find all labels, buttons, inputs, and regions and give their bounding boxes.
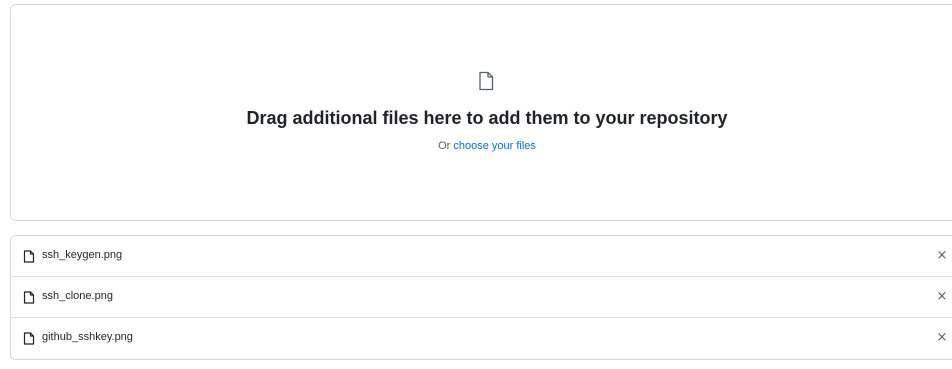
file-icon (23, 250, 35, 263)
file-name: ssh_clone.png (42, 290, 113, 302)
drop-zone-title: Drag additional files here to add them t… (246, 108, 728, 128)
file-icon (23, 332, 35, 345)
file-row: github_sshkey.png × (11, 318, 952, 359)
file-icon (23, 291, 35, 304)
file-row: ssh_clone.png × (11, 277, 952, 318)
remove-file-button[interactable]: × (935, 288, 949, 306)
file-row: ssh_keygen.png × (11, 236, 952, 277)
file-icon (479, 71, 494, 91)
remove-file-button[interactable]: × (935, 329, 949, 347)
remove-file-button[interactable]: × (935, 247, 949, 265)
file-name: ssh_keygen.png (42, 249, 123, 261)
drop-zone-subtitle: Or choose your files (11, 140, 952, 152)
uploaded-file-list: ssh_keygen.png × ssh_clone.png × github_… (10, 235, 952, 360)
file-drop-zone[interactable]: Drag additional files here to add them t… (10, 4, 952, 221)
choose-files-link[interactable]: choose your files (453, 140, 536, 152)
file-name: github_sshkey.png (42, 331, 133, 343)
drop-zone-prefix: Or (438, 140, 454, 152)
